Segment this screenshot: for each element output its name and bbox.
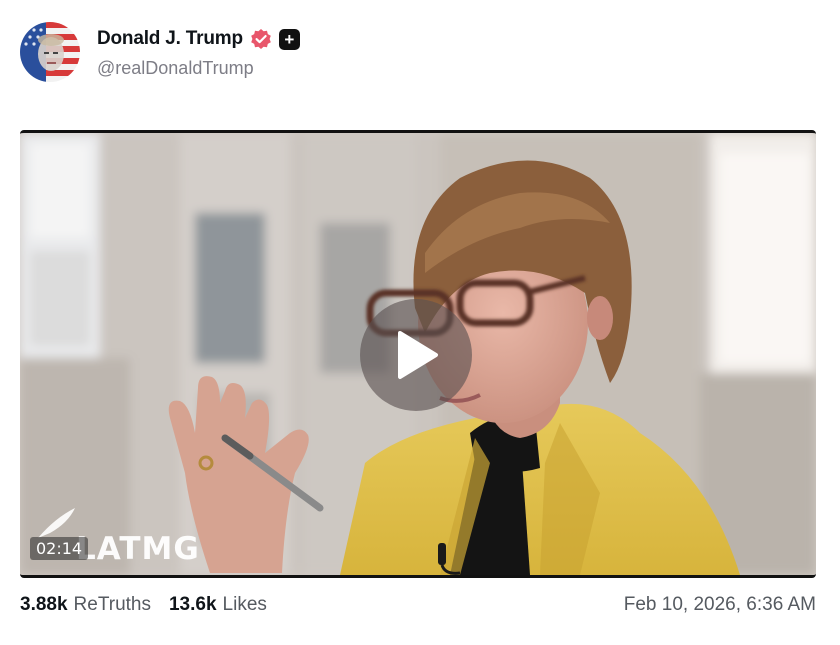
author-handle[interactable]: @realDonaldTrump — [97, 58, 254, 79]
verified-badge-icon — [250, 28, 272, 50]
plus-badge-icon: + — [278, 28, 300, 50]
author-name-row: Donald J. Trump + — [97, 26, 300, 52]
likes-stat[interactable]: 13.6k Likes — [169, 594, 267, 616]
post-timestamp[interactable]: Feb 10, 2026, 6:36 AM — [624, 594, 816, 616]
play-button[interactable] — [360, 299, 472, 411]
video-duration: 02:14 — [30, 537, 89, 560]
likes-label: Likes — [222, 594, 267, 615]
flag-portrait-avatar-icon — [20, 22, 80, 82]
truth-post: Donald J. Trump + @realDonaldTrump LATMG… — [0, 0, 840, 645]
video-watermark: LATMG — [76, 531, 200, 567]
retruths-count: 3.88k — [20, 594, 68, 615]
likes-count: 13.6k — [168, 594, 217, 615]
video-player[interactable]: LATMG 02:14 — [20, 130, 816, 578]
retruths-label: ReTruths — [73, 594, 151, 615]
post-stats: 3.88k ReTruths 13.6k Likes — [20, 594, 285, 616]
author-display-name[interactable]: Donald J. Trump — [97, 28, 243, 50]
retruths-stat[interactable]: 3.88k ReTruths — [20, 594, 151, 616]
avatar[interactable] — [20, 22, 80, 82]
play-icon — [398, 331, 438, 379]
